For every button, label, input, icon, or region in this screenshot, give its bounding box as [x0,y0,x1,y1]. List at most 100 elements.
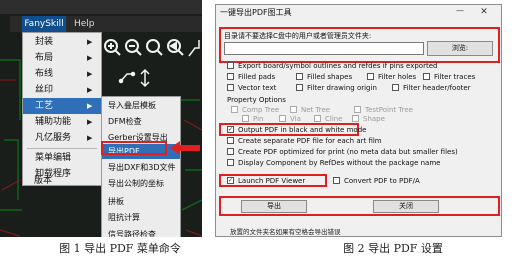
move-icon[interactable] [140,68,150,88]
submenu-item-label: 导入叠层模板 [108,101,156,110]
zoom-fit-icon[interactable] [146,39,163,56]
checkbox-label: Shape [363,115,385,123]
checkbox-box[interactable] [296,84,303,91]
checkbox-box[interactable]: ✓ [227,126,234,133]
submenu-item-label: DFM检查 [108,117,142,126]
checkbox-box[interactable] [367,73,374,80]
menu-item-label: 布局 [35,53,54,63]
red-arrow-icon [170,141,200,155]
menu-item-label: 布线 [35,69,54,79]
route-icon[interactable] [118,71,136,84]
menu-fanyskill[interactable]: FanySkill [22,16,66,32]
checkbox-label: Filter header/footer [403,84,471,92]
checkbox-box[interactable] [423,73,430,80]
checkbox-box[interactable] [290,106,297,113]
menu-item-label: 封装 [35,37,54,47]
submenu-item-label: 拼板 [108,197,124,206]
menu-item-footprint[interactable]: 封装 ▶ [23,34,101,50]
checkbox-label: Filter drawing origin [307,84,377,92]
checkbox-label: Filter holes [378,73,417,81]
chevron-right-icon: ▶ [87,54,93,62]
submenu-item[interactable]: 信号路径检查 [102,227,180,237]
property-options-title: Property Options [227,96,286,104]
figure-caption-1: 图 1 导出 PDF 菜单命令 [59,242,181,255]
figure-caption-2: 图 2 导出 PDF 设置 [343,242,443,255]
checkbox-label: Create separate PDF file for each art fi… [238,137,382,145]
checkbox-box[interactable] [227,148,234,155]
process-submenu: 导入叠层模板 DFM检查 Gerber设置导出 导出PDF 导出DXF和3D文件… [101,96,181,237]
export-button[interactable]: 导出 [241,200,307,213]
menu-item-silkscreen[interactable]: 丝印 ▶ [23,82,101,98]
menu-item-process[interactable]: 工艺 ▶ [23,98,101,114]
browse-button[interactable]: 浏览: [427,41,493,56]
chevron-right-icon: ▶ [87,102,93,110]
submenu-item-label: 导出DXF和3D文件 [108,163,176,172]
menu-item-version[interactable]: 版本 [34,177,100,186]
checkbox-box[interactable] [352,115,359,122]
checkbox-label: Display Component by RefDes without the … [238,159,441,167]
close-window-button[interactable]: ✕ [470,5,498,19]
fanyskill-menu: 封装 ▶ 布局 ▶ 布线 ▶ 丝印 ▶ 工艺 ▶ 辅助功能 ▶ 凡亿服务 ▶ 菜单编辑 卸载程… [22,32,102,186]
checkbox-box[interactable] [242,115,249,122]
checkbox-label: Launch PDF Viewer [238,177,306,185]
menu-item-menu-edit[interactable]: 菜单编辑 [23,150,101,166]
submenu-item-label: 信号路径检查 [108,230,156,237]
menu-item-routing[interactable]: 布线 ▶ [23,66,101,82]
route-icon[interactable] [188,40,200,57]
submenu-item[interactable]: 导出公制的坐标 [102,176,180,191]
checkbox-label: Filled shapes [307,73,353,81]
checkbox-box[interactable] [354,106,361,113]
checkbox-label: Export board/symbol outlines and refdes … [238,62,438,70]
checkbox-label: Filter traces [434,73,476,81]
close-button[interactable]: 关闭 [373,200,439,213]
chevron-right-icon: ▶ [87,86,93,94]
checkbox-box[interactable] [227,62,234,69]
dialog-title: 一键导出PDF图工具 [220,8,292,17]
checkbox-box[interactable]: ✓ [227,177,234,184]
submenu-item[interactable]: 阻抗计算 [102,210,180,225]
submenu-item-label: 阻抗计算 [108,213,140,222]
menu-item-label: 丝印 [35,85,54,95]
zoom-out-icon[interactable] [125,39,142,56]
submenu-item[interactable]: 导入叠层模板 [102,98,180,113]
zoom-prev-icon[interactable] [167,39,184,56]
checkbox-box[interactable] [231,106,238,113]
checkbox-box[interactable] [227,84,234,91]
zoom-in-icon[interactable] [104,39,121,56]
footer-note: 放置的文件夹名如果有空格会导出错误 [230,228,341,236]
toolbar [104,39,200,88]
checkbox-box[interactable] [392,84,399,91]
export-pdf-dialog: 一键导出PDF图工具 — ✕ 目录请不要选择C盘中的用户或者管理员文件夹: 浏览… [215,4,502,237]
left-screenshot: FanySkill Help 封装 ▶ 布局 ▶ 布线 ▶ 丝印 ▶ 工艺 ▶ … [0,0,202,237]
submenu-item-label: 导出公制的坐标 [108,179,164,188]
menu-help[interactable]: Help [74,16,100,32]
checkbox-label: Output PDF in black and white mode [238,126,367,134]
chevron-right-icon: ▶ [87,38,93,46]
output-folder-input[interactable] [224,42,424,55]
checkbox-label: Filled pads [238,73,276,81]
checkbox-box[interactable] [333,177,340,184]
menu-item-utilities[interactable]: 辅助功能 ▶ [23,114,101,130]
checkbox-box[interactable] [227,159,234,166]
chevron-right-icon: ▶ [87,70,93,78]
checkbox-box[interactable] [279,115,286,122]
checkbox-box[interactable] [227,137,234,144]
submenu-item[interactable]: DFM检查 [102,114,180,129]
checkbox-label: Convert PDF to PDF/A [344,177,420,185]
menu-item-placement[interactable]: 布局 ▶ [23,50,101,66]
chevron-right-icon: ▶ [87,134,93,142]
submenu-item[interactable]: 拼板 [102,194,180,209]
menu-item-label: 工艺 [35,101,54,111]
menu-item-label: 凡亿服务 [35,133,72,143]
checkbox-label: Vector text [238,84,277,92]
chevron-right-icon: ▶ [87,118,93,126]
highlight-box [101,141,167,155]
minimize-button[interactable]: — [452,5,468,19]
output-folder-label: 目录请不要选择C盘中的用户或者管理员文件夹: [224,32,372,40]
checkbox-box[interactable] [296,73,303,80]
checkbox-box[interactable] [227,73,234,80]
checkbox-box[interactable] [314,115,321,122]
menu-item-label: 辅助功能 [35,117,72,127]
menu-item-services[interactable]: 凡亿服务 ▶ [23,130,101,146]
submenu-item[interactable]: 导出DXF和3D文件 [102,160,180,175]
